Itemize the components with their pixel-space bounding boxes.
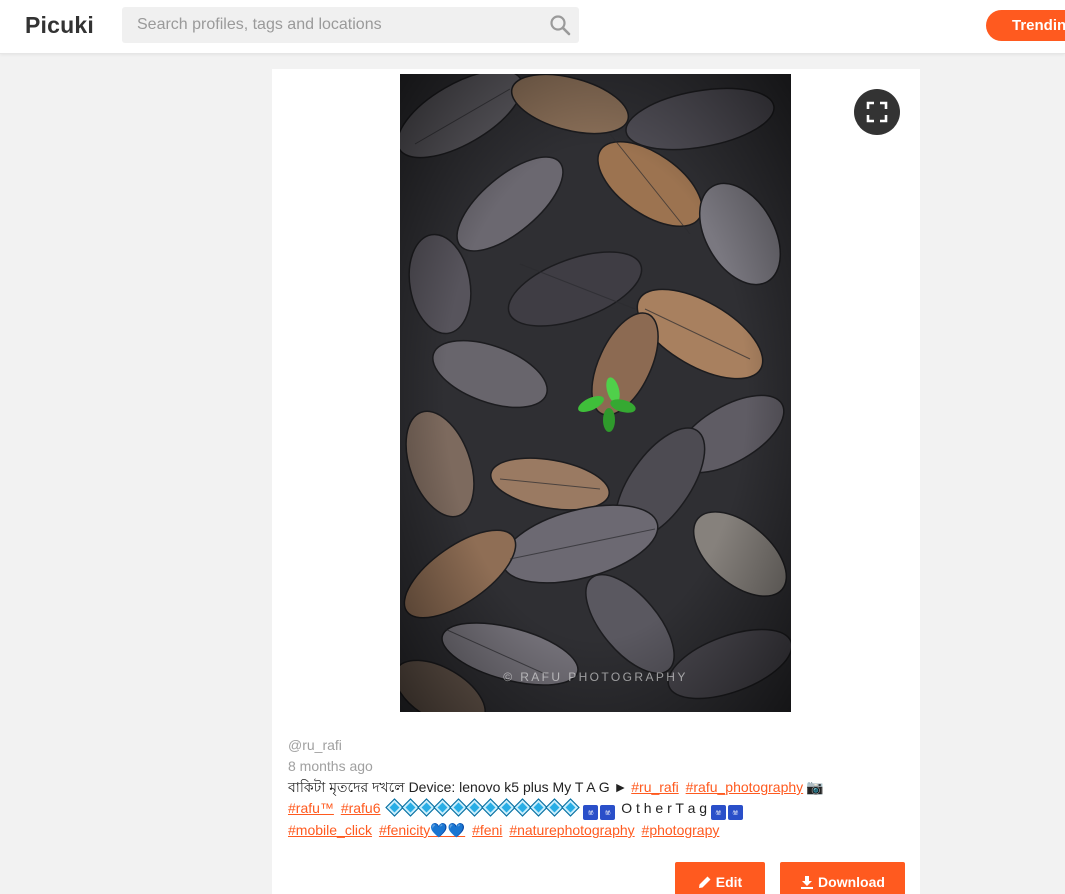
search-bar[interactable] [122, 7, 579, 43]
caption-text: বাকিটা মৃতদের দখলে Device: lenovo k5 plu… [288, 779, 628, 795]
post-time: 8 months ago [288, 758, 373, 774]
hashtag-link[interactable]: #rafu_photography [686, 779, 804, 795]
search-icon[interactable] [549, 14, 571, 36]
search-input[interactable] [122, 7, 542, 43]
diamond-emoji-row [385, 798, 583, 817]
trending-button[interactable]: Trendin [986, 10, 1065, 41]
download-icon [801, 876, 814, 889]
post-caption: বাকিটা মৃতদের দখলে Device: lenovo k5 plu… [288, 777, 878, 841]
post-photo[interactable]: © RAFU PHOTOGRAPHY [400, 74, 791, 712]
square-emoji: ෂ [727, 805, 743, 820]
fullscreen-button[interactable] [854, 89, 900, 135]
hashtag-link[interactable]: #feni [472, 822, 502, 838]
fullscreen-icon [866, 101, 888, 123]
other-tag-text: O t h e r T a g [621, 800, 708, 816]
download-label: Download [818, 874, 885, 890]
hashtag-link[interactable]: #fenicity💙💙 [379, 822, 465, 838]
site-logo[interactable]: Picuki [25, 12, 94, 39]
square-emoji: ෂ [600, 805, 616, 820]
hashtag-link[interactable]: #mobile_click [288, 822, 372, 838]
leaves-photo-image [400, 74, 791, 712]
hashtag-link[interactable]: #rafu™ [288, 800, 334, 816]
square-emoji: ෂ [710, 805, 726, 820]
hashtag-link[interactable]: #rafu6 [341, 800, 381, 816]
top-header: Picuki Trendin [0, 0, 1065, 54]
pencil-icon [698, 876, 711, 888]
camera-icon: 📷 [806, 779, 824, 795]
hashtag-link[interactable]: #naturephotography [509, 822, 634, 838]
post-card: © RAFU PHOTOGRAPHY @ru_rafi 8 months ago… [272, 69, 920, 894]
post-meta: @ru_rafi 8 months ago বাকিটা মৃতদের দখলে… [288, 735, 908, 841]
square-emoji: ෂ [583, 805, 599, 820]
hashtag-link[interactable]: #ru_rafi [631, 779, 678, 795]
hashtag-link[interactable]: #photograpy [642, 822, 720, 838]
download-button[interactable]: Download [780, 862, 905, 894]
edit-label: Edit [715, 874, 743, 890]
edit-button[interactable]: Edit [675, 862, 765, 894]
post-username[interactable]: @ru_rafi [288, 735, 908, 756]
photo-watermark: © RAFU PHOTOGRAPHY [503, 670, 688, 684]
